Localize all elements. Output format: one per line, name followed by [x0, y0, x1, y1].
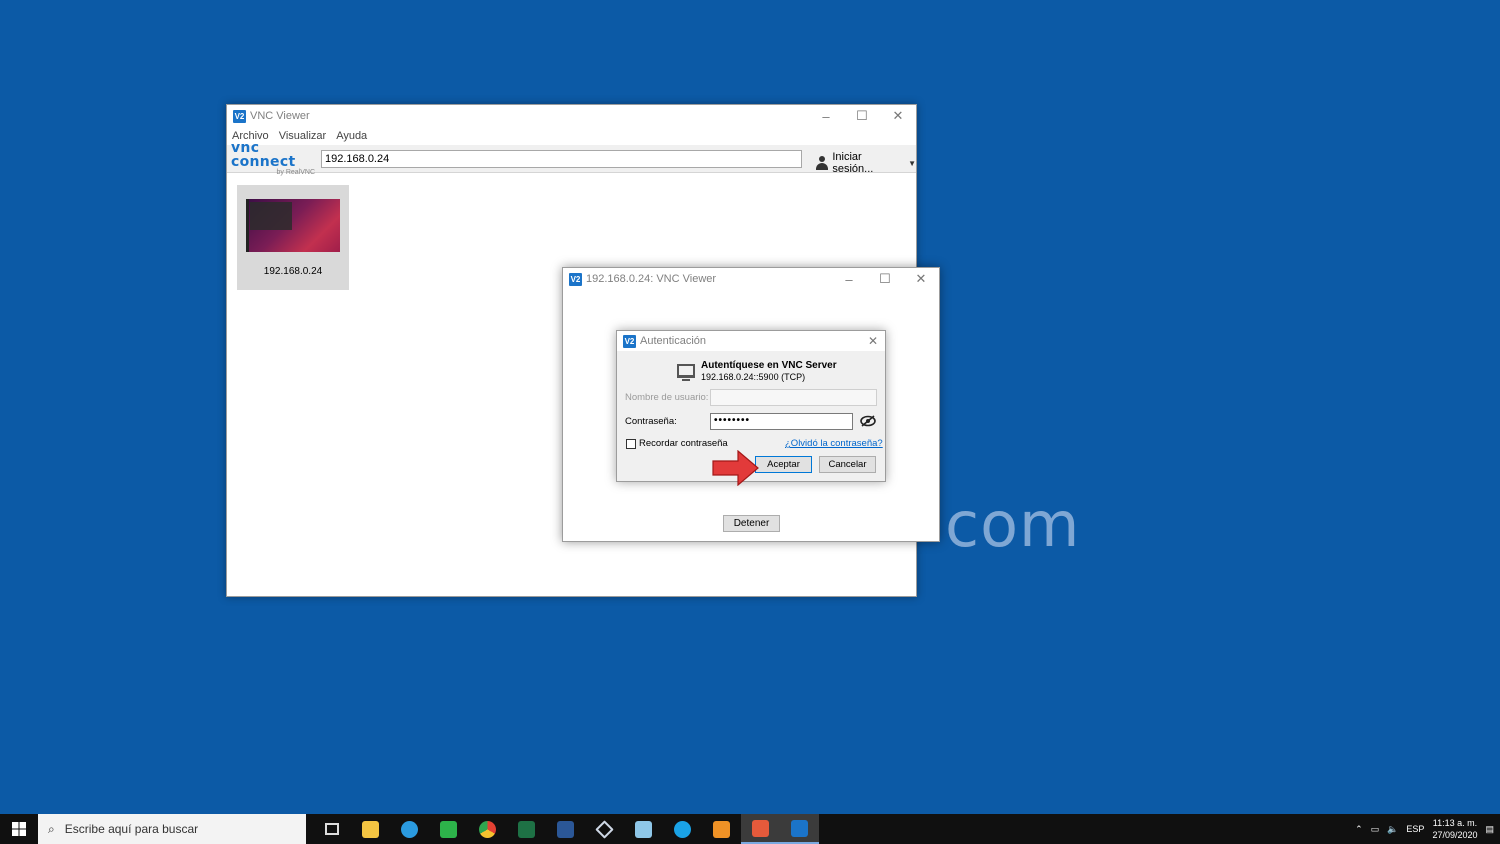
- vnc-logo-icon: V2: [623, 334, 636, 348]
- toolbar: vnc connect by RealVNC 192.168.0.24 Inic…: [227, 141, 916, 176]
- thumbnail-label: 192.168.0.24: [263, 266, 323, 277]
- camtasia-icon[interactable]: [429, 814, 468, 844]
- windows-icon: [12, 822, 26, 836]
- chevron-up-icon[interactable]: ⌃: [1355, 824, 1363, 835]
- remember-label: Recordar contraseña: [639, 438, 728, 449]
- password-label: Contraseña:: [625, 416, 677, 427]
- user-icon: [815, 156, 829, 170]
- red-arrow-icon: [712, 450, 759, 486]
- taskbar: ⌕ Escribe aquí para buscar ⌃ ▭ 🔈 ESP 11:…: [0, 814, 1500, 844]
- skype-icon[interactable]: [663, 814, 702, 844]
- taskbar-apps: [312, 814, 819, 844]
- network-icon[interactable]: ▭: [1371, 824, 1380, 835]
- monitor-icon: [677, 364, 695, 381]
- maximize-icon[interactable]: ☐: [844, 105, 880, 127]
- clock[interactable]: 11:13 a. m. 27/09/2020: [1432, 817, 1477, 841]
- auth-titlebar[interactable]: V2 Autenticación ✕: [617, 331, 885, 351]
- notifications-icon[interactable]: ▤: [1485, 824, 1494, 835]
- connection-thumbnail[interactable]: 192.168.0.24: [237, 185, 349, 290]
- stop-button[interactable]: Detener: [723, 515, 780, 532]
- username-field[interactable]: [710, 389, 877, 406]
- orange-app-icon[interactable]: [702, 814, 741, 844]
- address-input[interactable]: 192.168.0.24: [321, 150, 802, 168]
- connection-titlebar[interactable]: V2 192.168.0.24: VNC Viewer – ☐ ✕: [563, 268, 939, 290]
- signin-button[interactable]: Iniciar sesión... ▼: [815, 151, 916, 175]
- clock-time: 11:13 a. m.: [1432, 818, 1478, 828]
- server-address: 192.168.0.24::5900 (TCP): [701, 372, 806, 382]
- desktop-preview-image: [246, 199, 340, 252]
- auth-heading: Autentíquese en VNC Server: [701, 360, 837, 371]
- search-placeholder: Escribe aquí para buscar: [64, 822, 199, 836]
- auth-title: Autenticación: [640, 335, 707, 347]
- chrome-icon[interactable]: [468, 814, 507, 844]
- remember-checkbox[interactable]: [626, 439, 636, 449]
- taskbar-search[interactable]: ⌕ Escribe aquí para buscar: [38, 814, 306, 844]
- main-titlebar[interactable]: V2 VNC Viewer – ☐ ✕: [227, 105, 916, 127]
- notepad-icon[interactable]: [624, 814, 663, 844]
- connection-title: 192.168.0.24: VNC Viewer: [586, 273, 717, 285]
- brand-logo: vnc connect by RealVNC: [227, 141, 319, 176]
- language-indicator[interactable]: ESP: [1406, 824, 1424, 834]
- volume-icon[interactable]: 🔈: [1387, 824, 1398, 835]
- username-label: Nombre de usuario:: [625, 392, 709, 403]
- close-icon[interactable]: ✕: [903, 268, 939, 290]
- maximize-icon[interactable]: ☐: [867, 268, 903, 290]
- chevron-down-icon: ▼: [908, 158, 916, 168]
- minimize-icon[interactable]: –: [808, 105, 844, 127]
- vnc-viewer-taskbar-icon[interactable]: [780, 814, 819, 844]
- excel-icon[interactable]: [507, 814, 546, 844]
- task-view-icon[interactable]: [312, 814, 351, 844]
- edge-icon[interactable]: [390, 814, 429, 844]
- system-tray: ⌃ ▭ 🔈 ESP 11:13 a. m. 27/09/2020 ▤: [1355, 814, 1500, 844]
- window-title: VNC Viewer: [250, 110, 310, 122]
- virtualbox-icon[interactable]: [585, 814, 624, 844]
- close-icon[interactable]: ✕: [868, 334, 878, 348]
- window-controls: – ☐ ✕: [831, 268, 939, 290]
- clock-date: 27/09/2020: [1432, 830, 1478, 840]
- menu-bar: Archivo Visualizar Ayuda: [227, 127, 916, 145]
- vnc-logo-icon: V2: [233, 109, 246, 123]
- file-explorer-icon[interactable]: [351, 814, 390, 844]
- hide-password-icon[interactable]: [860, 415, 876, 427]
- password-field[interactable]: ••••••••: [710, 413, 853, 430]
- forgot-password-link[interactable]: ¿Olvidó la contraseña?: [785, 438, 883, 449]
- close-icon[interactable]: ✕: [880, 105, 916, 127]
- accept-button[interactable]: Aceptar: [755, 456, 812, 473]
- search-icon: ⌕: [48, 821, 55, 836]
- vnc-logo-icon: V2: [569, 272, 582, 286]
- window-controls: – ☐ ✕: [808, 105, 916, 127]
- cancel-button[interactable]: Cancelar: [819, 456, 876, 473]
- minimize-icon[interactable]: –: [831, 268, 867, 290]
- brand-by: by RealVNC: [276, 169, 315, 176]
- start-button[interactable]: [0, 814, 38, 844]
- recorder-icon[interactable]: [741, 814, 780, 844]
- watermark-text: com: [945, 488, 1081, 561]
- signin-label: Iniciar sesión...: [832, 151, 874, 175]
- brand-name: vnc connect: [231, 140, 296, 170]
- word-icon[interactable]: [546, 814, 585, 844]
- menu-ayuda[interactable]: Ayuda: [336, 130, 367, 142]
